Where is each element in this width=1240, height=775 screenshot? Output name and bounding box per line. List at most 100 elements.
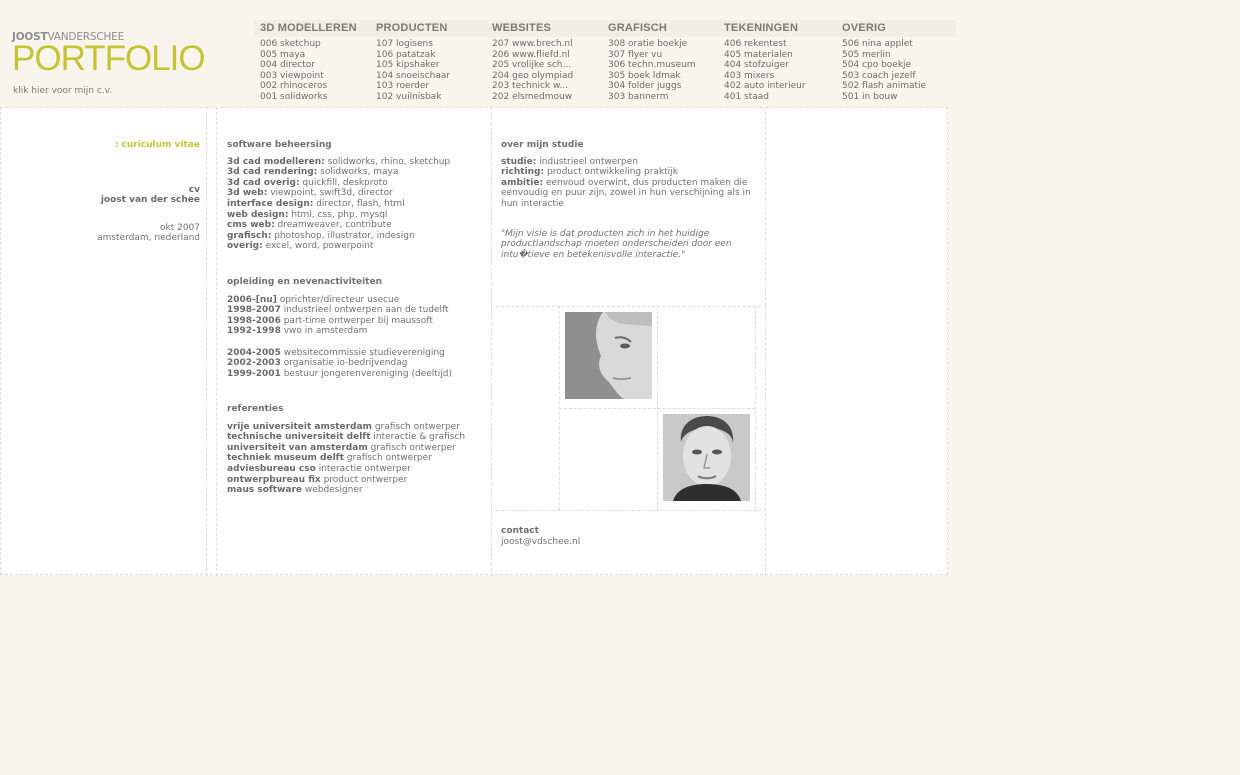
- cv-sidebar: : curiculum vitae cv joost van der schee…: [20, 140, 200, 244]
- activity-row: 1999-2001 bestuur jongerenvereniging (de…: [227, 369, 482, 380]
- divider: [491, 510, 766, 511]
- row-label: grafisch:: [227, 230, 272, 241]
- nav-project-link[interactable]: 205 vrolijke sch...: [492, 60, 602, 71]
- row-value: grafisch ontwerper: [370, 442, 456, 453]
- nav-project-link[interactable]: 406 rekentest: [724, 39, 834, 50]
- row-value: product ontwerper: [323, 474, 408, 485]
- education-row: 1998-2007 industrieel ontwerpen aan de t…: [227, 305, 482, 316]
- nav-project-link[interactable]: 404 stofzuiger: [724, 60, 834, 71]
- row-value: grafisch ontwerper: [346, 453, 432, 464]
- row-value: product ontwikkeling praktijk: [546, 167, 678, 178]
- row-value: vwo in amsterdam: [283, 326, 368, 337]
- row-label: 3d cad rendering:: [227, 167, 318, 178]
- education-row: 1998-2006 part-time ontwerper bij mausso…: [227, 316, 482, 327]
- nav-project-link[interactable]: 306 techn.museum: [608, 60, 718, 71]
- nav-project-link[interactable]: 203 technick w...: [492, 81, 602, 92]
- cv-link[interactable]: klik hier voor mijn c.v.: [13, 86, 112, 96]
- portrait-photo-profile: [565, 312, 652, 399]
- nav-column: 3D MODELLEREN 006 sketchup 005 maya 004 dir…: [260, 21, 370, 99]
- nav-project-link[interactable]: 106 patatzak: [376, 50, 486, 61]
- row-label: 2006-[nu]: [227, 294, 277, 305]
- nav-project-link[interactable]: 105 kipshaker: [376, 60, 486, 71]
- nav-project-link[interactable]: 103 roerder: [376, 81, 486, 92]
- site-logo[interactable]: JOOSTVANDERSCHEE PORTFOLIO: [12, 32, 206, 78]
- reference-row: universiteit van amsterdam grafisch ontw…: [227, 443, 482, 454]
- study-row: studie: industrieel ontwerpen: [501, 157, 756, 168]
- nav-project-link[interactable]: 005 maya: [260, 50, 370, 61]
- nav-category-title[interactable]: OVERIG: [842, 21, 952, 37]
- nav-project-link[interactable]: 503 coach jezelf: [842, 71, 952, 82]
- nav-project-link[interactable]: 001 solidworks: [260, 92, 370, 99]
- software-row: interface design: director, flash, html: [227, 199, 482, 210]
- nav-project-link[interactable]: 104 snoeischaar: [376, 71, 486, 82]
- nav-project-link[interactable]: 403 mixers: [724, 71, 834, 82]
- software-row: overig: excel, word, powerpoint: [227, 241, 482, 252]
- nav-project-link[interactable]: 504 cpo boekje: [842, 60, 952, 71]
- row-value: organisatie io-bedrijvendag: [283, 358, 408, 369]
- nav-project-link[interactable]: 006 sketchup: [260, 39, 370, 50]
- divider: [206, 107, 207, 576]
- nav-project-link[interactable]: 303 bannerm: [608, 92, 718, 99]
- nav-project-link[interactable]: 305 boek ldmak: [608, 71, 718, 82]
- reference-row: techniek museum delft grafisch ontwerper: [227, 453, 482, 464]
- nav-project-link[interactable]: 304 folder juggs: [608, 81, 718, 92]
- nav-category-title[interactable]: 3D MODELLEREN: [260, 21, 370, 37]
- row-label: technische universiteit delft: [227, 432, 371, 443]
- row-label: 1999-2001: [227, 368, 281, 379]
- nav-project-link[interactable]: 206 www.fliefd.nl: [492, 50, 602, 61]
- nav-category-title[interactable]: GRAFISCH: [608, 21, 718, 37]
- software-row: 3d cad rendering: solidworks, maya: [227, 167, 482, 178]
- vision-quote: "Mijn visie is dat producten zich in het…: [501, 228, 732, 260]
- row-value: websitecommissie studievereniging: [283, 347, 445, 358]
- row-value: director, flash, html: [316, 198, 405, 209]
- nav-project-link[interactable]: 204 geo olympiad: [492, 71, 602, 82]
- cv-label: cv: [188, 184, 200, 195]
- row-label: web design:: [227, 209, 289, 220]
- nav-project-link[interactable]: 502 flash animatie: [842, 81, 952, 92]
- reference-row: technische universiteit delft interactie…: [227, 432, 482, 443]
- nav-project-link[interactable]: 402 auto interieur: [724, 81, 834, 92]
- section-title: referenties: [227, 404, 284, 414]
- divider: [491, 306, 766, 307]
- nav-project-link[interactable]: 401 staad: [724, 92, 834, 99]
- nav-project-link[interactable]: 405 materialen: [724, 50, 834, 61]
- divider: [216, 107, 217, 576]
- logo-wordmark: PORTFOLIO: [12, 39, 206, 78]
- nav-category-title[interactable]: PRODUCTEN: [376, 21, 486, 37]
- nav-category-title[interactable]: WEBSITES: [492, 21, 602, 37]
- nav-project-link[interactable]: 505 merlin: [842, 50, 952, 61]
- cv-heading[interactable]: : curiculum vitae: [20, 140, 200, 151]
- nav-project-link[interactable]: 207 www.brech.nl: [492, 39, 602, 50]
- row-value: interactie & grafisch: [373, 432, 466, 443]
- row-value: photoshop, illustrator, indesign: [274, 230, 415, 241]
- nav-project-link[interactable]: 307 flyer vu: [608, 50, 718, 61]
- row-label: richting:: [501, 167, 545, 178]
- divider: [755, 306, 756, 510]
- nav-project-link[interactable]: 003 viewpoint: [260, 71, 370, 82]
- nav-project-link[interactable]: 004 director: [260, 60, 370, 71]
- row-value: quickfill, deskproto: [302, 177, 388, 188]
- education-row: 1992-1998 vwo in amsterdam: [227, 326, 482, 337]
- software-row: grafisch: photoshop, illustrator, indesi…: [227, 231, 482, 242]
- nav-project-link[interactable]: 002 rhinoceros: [260, 81, 370, 92]
- nav-project-link[interactable]: 202 elsmedmouw: [492, 92, 602, 99]
- row-value: dreamweaver, contribute: [277, 220, 392, 231]
- nav-project-link[interactable]: 501 in bouw: [842, 92, 952, 99]
- row-label: 1998-2007: [227, 305, 281, 316]
- nav-project-link[interactable]: 102 vuilnisbak: [376, 92, 486, 99]
- row-label: ontwerpbureau fix: [227, 474, 321, 485]
- activity-row: 2002-2003 organisatie io-bedrijvendag: [227, 358, 482, 369]
- reference-row: vrije universiteit amsterdam grafisch on…: [227, 422, 482, 433]
- nav-project-link[interactable]: 107 logisens: [376, 39, 486, 50]
- nav-project-link[interactable]: 308 oratie boekje: [608, 39, 718, 50]
- row-value: webdesigner: [304, 485, 363, 496]
- row-label: 3d web:: [227, 188, 268, 199]
- nav-project-link[interactable]: 506 nina applet: [842, 39, 952, 50]
- nav-category-title[interactable]: TEKENINGEN: [724, 21, 834, 37]
- row-value: industrieel ontwerpen aan de tudelft: [283, 305, 449, 316]
- section-title: software beheersing: [227, 140, 332, 150]
- contact-email[interactable]: joost@vdschee.nl: [501, 537, 756, 548]
- nav-column: WEBSITES 207 www.brech.nl 206 www.fliefd.n…: [492, 21, 602, 99]
- row-label: 3d cad modelleren:: [227, 156, 325, 167]
- software-row: 3d cad modelleren: solidworks, rhino, sk…: [227, 157, 482, 168]
